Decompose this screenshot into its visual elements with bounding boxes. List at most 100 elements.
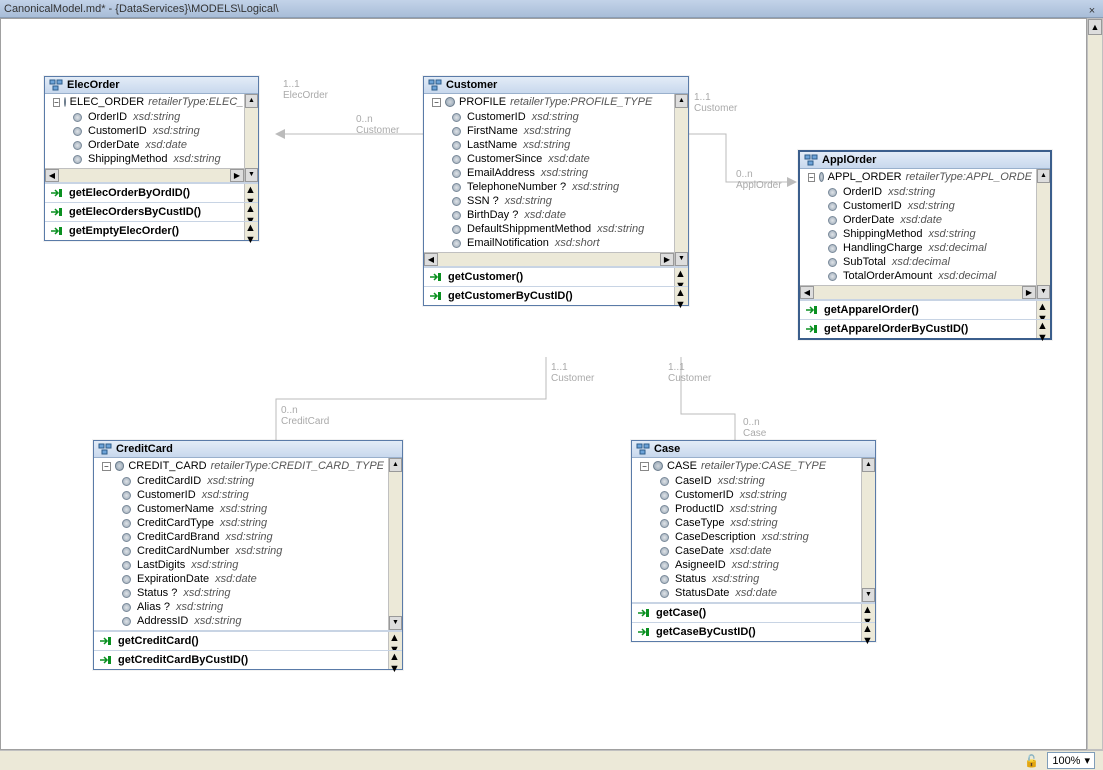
attribute-row[interactable]: CaseID xsd:string	[660, 474, 857, 488]
attribute-row[interactable]: StatusDate xsd:date	[660, 586, 857, 600]
vertical-scrollbar[interactable]: ▲▼	[1036, 169, 1050, 299]
attribute-row[interactable]: ShippingMethod xsd:string	[73, 152, 240, 166]
main-vertical-scrollbar[interactable]: ▲	[1087, 18, 1103, 750]
entity-type-header[interactable]: − CASE retailerType:CASE_TYPE	[632, 458, 861, 474]
attribute-row[interactable]: CustomerID xsd:string	[73, 124, 240, 138]
attribute-row[interactable]: TelephoneNumber ? xsd:string	[452, 180, 670, 194]
method-row[interactable]: getEmptyElecOrder()▲▼	[45, 221, 258, 240]
zoom-selector[interactable]: 100% ▾	[1047, 752, 1095, 769]
attribute-row[interactable]: LastDigits xsd:string	[122, 558, 384, 572]
attribute-row[interactable]: DefaultShippmentMethod xsd:string	[452, 222, 670, 236]
attribute-row[interactable]: Alias ? xsd:string	[122, 600, 384, 614]
vertical-scrollbar[interactable]: ▲▼	[861, 458, 875, 602]
attribute-row[interactable]: LastName xsd:string	[452, 138, 670, 152]
attribute-row[interactable]: CustomerID xsd:string	[122, 488, 384, 502]
method-scrollbar[interactable]: ▲▼	[244, 203, 258, 221]
method-scrollbar[interactable]: ▲▼	[244, 222, 258, 240]
attribute-row[interactable]: CreditCardBrand xsd:string	[122, 530, 384, 544]
method-scrollbar[interactable]: ▲▼	[388, 651, 402, 669]
attribute-row[interactable]: OrderID xsd:string	[828, 185, 1032, 199]
attribute-row[interactable]: CreditCardNumber xsd:string	[122, 544, 384, 558]
attribute-row[interactable]: ProductID xsd:string	[660, 502, 857, 516]
method-row[interactable]: getCase()▲▼	[632, 603, 875, 622]
entity-customer[interactable]: Customer ▲▼ − PROFILE retailerType:PROFI…	[423, 76, 689, 306]
attribute-row[interactable]: Status xsd:string	[660, 572, 857, 586]
vertical-scrollbar[interactable]: ▲▼	[244, 94, 258, 182]
attribute-row[interactable]: CaseDescription xsd:string	[660, 530, 857, 544]
close-icon[interactable]: ×	[1085, 2, 1099, 16]
attr-type: xsd:string	[176, 601, 223, 613]
horizontal-scrollbar[interactable]: ◀▶	[424, 252, 674, 266]
method-row[interactable]: getCreditCard()▲▼	[94, 631, 402, 650]
collapse-toggle-icon[interactable]: −	[102, 462, 111, 471]
attribute-row[interactable]: CaseDate xsd:date	[660, 544, 857, 558]
entity-type-header[interactable]: − CREDIT_CARD retailerType:CREDIT_CARD_T…	[94, 458, 388, 474]
collapse-toggle-icon[interactable]: −	[808, 173, 815, 182]
entity-title[interactable]: ApplOrder	[800, 152, 1050, 169]
attribute-row[interactable]: ShippingMethod xsd:string	[828, 227, 1032, 241]
attribute-row[interactable]: CaseType xsd:string	[660, 516, 857, 530]
collapse-toggle-icon[interactable]: −	[432, 98, 441, 107]
attribute-row[interactable]: CustomerID xsd:string	[828, 199, 1032, 213]
attribute-row[interactable]: CustomerID xsd:string	[452, 110, 670, 124]
attribute-row[interactable]: EmailNotification xsd:short	[452, 236, 670, 250]
attribute-row[interactable]: CreditCardType xsd:string	[122, 516, 384, 530]
attribute-row[interactable]: ExpirationDate xsd:date	[122, 572, 384, 586]
attribute-row[interactable]: HandlingCharge xsd:decimal	[828, 241, 1032, 255]
attribute-row[interactable]: CustomerName xsd:string	[122, 502, 384, 516]
attribute-row[interactable]: SubTotal xsd:decimal	[828, 255, 1032, 269]
entity-creditcard[interactable]: CreditCard ▲▼ − CREDIT_CARD retailerType…	[93, 440, 403, 670]
attribute-row[interactable]: BirthDay ? xsd:date	[452, 208, 670, 222]
entity-type-header[interactable]: − PROFILE retailerType:PROFILE_TYPE	[424, 94, 674, 110]
method-row[interactable]: getCreditCardByCustID()▲▼	[94, 650, 402, 669]
entity-elecorder[interactable]: ElecOrder ▲▼ − ELEC_ORDER retailerType:E…	[44, 76, 259, 241]
collapse-toggle-icon[interactable]: −	[53, 98, 60, 107]
entity-case[interactable]: Case ▲▼ − CASE retailerType:CASE_TYPE Ca…	[631, 440, 876, 642]
method-scrollbar[interactable]: ▲▼	[674, 287, 688, 305]
attribute-row[interactable]: CustomerID xsd:string	[660, 488, 857, 502]
attribute-row[interactable]: OrderDate xsd:date	[828, 213, 1032, 227]
method-row[interactable]: getApparelOrderByCustID()▲▼	[800, 319, 1050, 338]
attr-type: xsd:date	[730, 545, 772, 557]
attribute-row[interactable]: AsigneeID xsd:string	[660, 558, 857, 572]
entity-applorder[interactable]: ApplOrder ▲▼ − APPL_ORDER retailerType:A…	[798, 150, 1052, 340]
type-type: retailerType:CASE_TYPE	[701, 460, 826, 472]
collapse-toggle-icon[interactable]: −	[640, 462, 649, 471]
method-row[interactable]: getCustomer()▲▼	[424, 267, 688, 286]
vertical-scrollbar[interactable]: ▲▼	[388, 458, 402, 630]
lock-icon[interactable]: 🔓	[1024, 754, 1039, 768]
entity-title[interactable]: CreditCard	[94, 441, 402, 458]
diagram-canvas[interactable]: 1..1ElecOrder 0..nCustomer 1..1Customer …	[0, 18, 1087, 750]
scroll-up-icon[interactable]: ▲	[1088, 19, 1102, 35]
attribute-row[interactable]: EmailAddress xsd:string	[452, 166, 670, 180]
horizontal-scrollbar[interactable]: ◀▶	[45, 168, 244, 182]
entity-title[interactable]: Customer	[424, 77, 688, 94]
method-scrollbar[interactable]: ▲▼	[861, 604, 875, 622]
attribute-row[interactable]: OrderID xsd:string	[73, 110, 240, 124]
method-scrollbar[interactable]: ▲▼	[674, 268, 688, 286]
entity-title[interactable]: ElecOrder	[45, 77, 258, 94]
method-row[interactable]: getApparelOrder()▲▼	[800, 300, 1050, 319]
method-row[interactable]: getCaseByCustID()▲▼	[632, 622, 875, 641]
method-scrollbar[interactable]: ▲▼	[1036, 320, 1050, 338]
attribute-row[interactable]: TotalOrderAmount xsd:decimal	[828, 269, 1032, 283]
method-scrollbar[interactable]: ▲▼	[1036, 301, 1050, 319]
attribute-row[interactable]: Status ? xsd:string	[122, 586, 384, 600]
entity-type-header[interactable]: − APPL_ORDER retailerType:APPL_ORDE	[800, 169, 1036, 185]
method-row[interactable]: getElecOrderByOrdID()▲▼	[45, 183, 258, 202]
attribute-row[interactable]: CreditCardID xsd:string	[122, 474, 384, 488]
horizontal-scrollbar[interactable]: ◀▶	[800, 285, 1036, 299]
attribute-row[interactable]: FirstName xsd:string	[452, 124, 670, 138]
method-row[interactable]: getElecOrdersByCustID()▲▼	[45, 202, 258, 221]
vertical-scrollbar[interactable]: ▲▼	[674, 94, 688, 266]
attribute-row[interactable]: SSN ? xsd:string	[452, 194, 670, 208]
method-scrollbar[interactable]: ▲▼	[244, 184, 258, 202]
attribute-row[interactable]: AddressID xsd:string	[122, 614, 384, 628]
method-row[interactable]: getCustomerByCustID()▲▼	[424, 286, 688, 305]
method-scrollbar[interactable]: ▲▼	[388, 632, 402, 650]
attribute-row[interactable]: CustomerSince xsd:date	[452, 152, 670, 166]
entity-title[interactable]: Case	[632, 441, 875, 458]
attribute-row[interactable]: OrderDate xsd:date	[73, 138, 240, 152]
method-scrollbar[interactable]: ▲▼	[861, 623, 875, 641]
entity-type-header[interactable]: − ELEC_ORDER retailerType:ELEC_	[45, 94, 244, 110]
